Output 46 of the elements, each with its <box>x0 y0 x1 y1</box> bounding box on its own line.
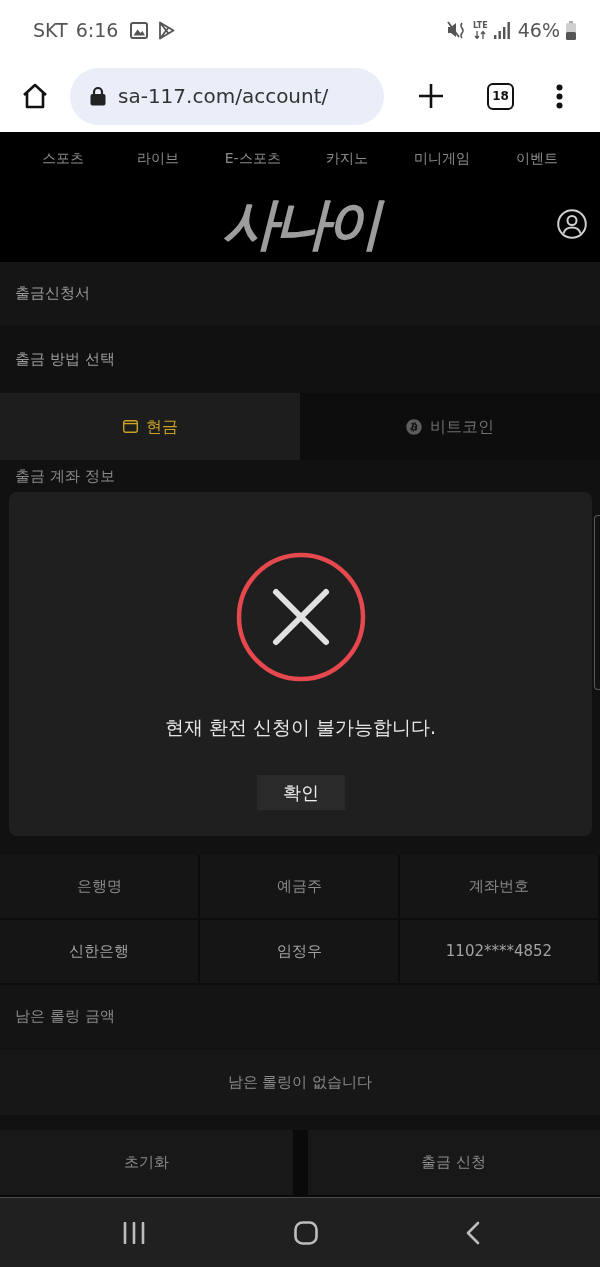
plus-icon[interactable] <box>418 83 444 109</box>
more-options-icon[interactable] <box>556 83 563 109</box>
play-triangle-icon <box>158 20 176 40</box>
section-title: 출금신청서 <box>15 283 90 305</box>
section-label: 출금 계좌 정보 <box>15 465 115 487</box>
wallet-icon <box>122 420 138 433</box>
signal-icon <box>493 21 510 39</box>
section-label: 출금 방법 선택 <box>15 348 115 370</box>
form-action-button[interactable]: 출금 신청 <box>307 1130 600 1195</box>
bitcoin-icon <box>406 418 422 435</box>
home-icon[interactable] <box>22 83 48 109</box>
table-cell: 1102****4852 <box>400 920 600 985</box>
dialog-message: 현재 환전 신청이 불가능합니다. <box>164 715 437 740</box>
section-label: 남은 롤링 금액 <box>15 1006 115 1028</box>
nav-link[interactable]: 스포츠 <box>42 148 85 169</box>
nav-link[interactable]: 라이브 <box>137 148 179 169</box>
confirm-button[interactable]: 확인 <box>256 775 345 810</box>
nav-link[interactable]: E-스포츠 <box>224 148 281 169</box>
home-icon[interactable] <box>293 1220 318 1245</box>
nav-link[interactable]: 미니게임 <box>414 148 470 169</box>
network-type-label: LTE <box>473 21 488 30</box>
table-header-cell: 은행명 <box>0 855 200 920</box>
nav-link[interactable]: 이벤트 <box>515 148 558 169</box>
recent-apps-icon[interactable] <box>123 1221 145 1244</box>
table-cell: 임정우 <box>200 920 400 985</box>
image-icon <box>130 21 149 39</box>
lock-icon <box>90 86 106 106</box>
battery-level: 46% <box>517 17 560 43</box>
error-icon <box>235 552 366 682</box>
back-icon[interactable] <box>466 1220 480 1245</box>
data-arrows-icon <box>474 30 487 39</box>
payment-method-tab[interactable]: 현금 <box>0 393 300 460</box>
table-header-cell: 예금주 <box>200 855 400 920</box>
carrier-label: SKT <box>33 17 68 43</box>
nav-link[interactable]: 카지노 <box>326 148 369 169</box>
clock-time: 6:16 <box>75 17 119 43</box>
address-bar[interactable]: sa-117.com/account/ <box>70 67 384 125</box>
payment-method-tab[interactable]: 비트코인 <box>300 393 600 460</box>
edge-panel-handle[interactable] <box>594 515 600 690</box>
form-action-button[interactable]: 초기화 <box>0 1130 293 1195</box>
battery-icon <box>566 20 576 40</box>
table-cell: 신한은행 <box>0 920 200 985</box>
user-profile-icon[interactable] <box>557 208 587 239</box>
table-header-cell: 계좌번호 <box>400 855 600 920</box>
rolling-message: 남은 롤링이 없습니다 <box>0 1050 600 1115</box>
tab-switcher-button[interactable]: 18 <box>487 82 514 110</box>
